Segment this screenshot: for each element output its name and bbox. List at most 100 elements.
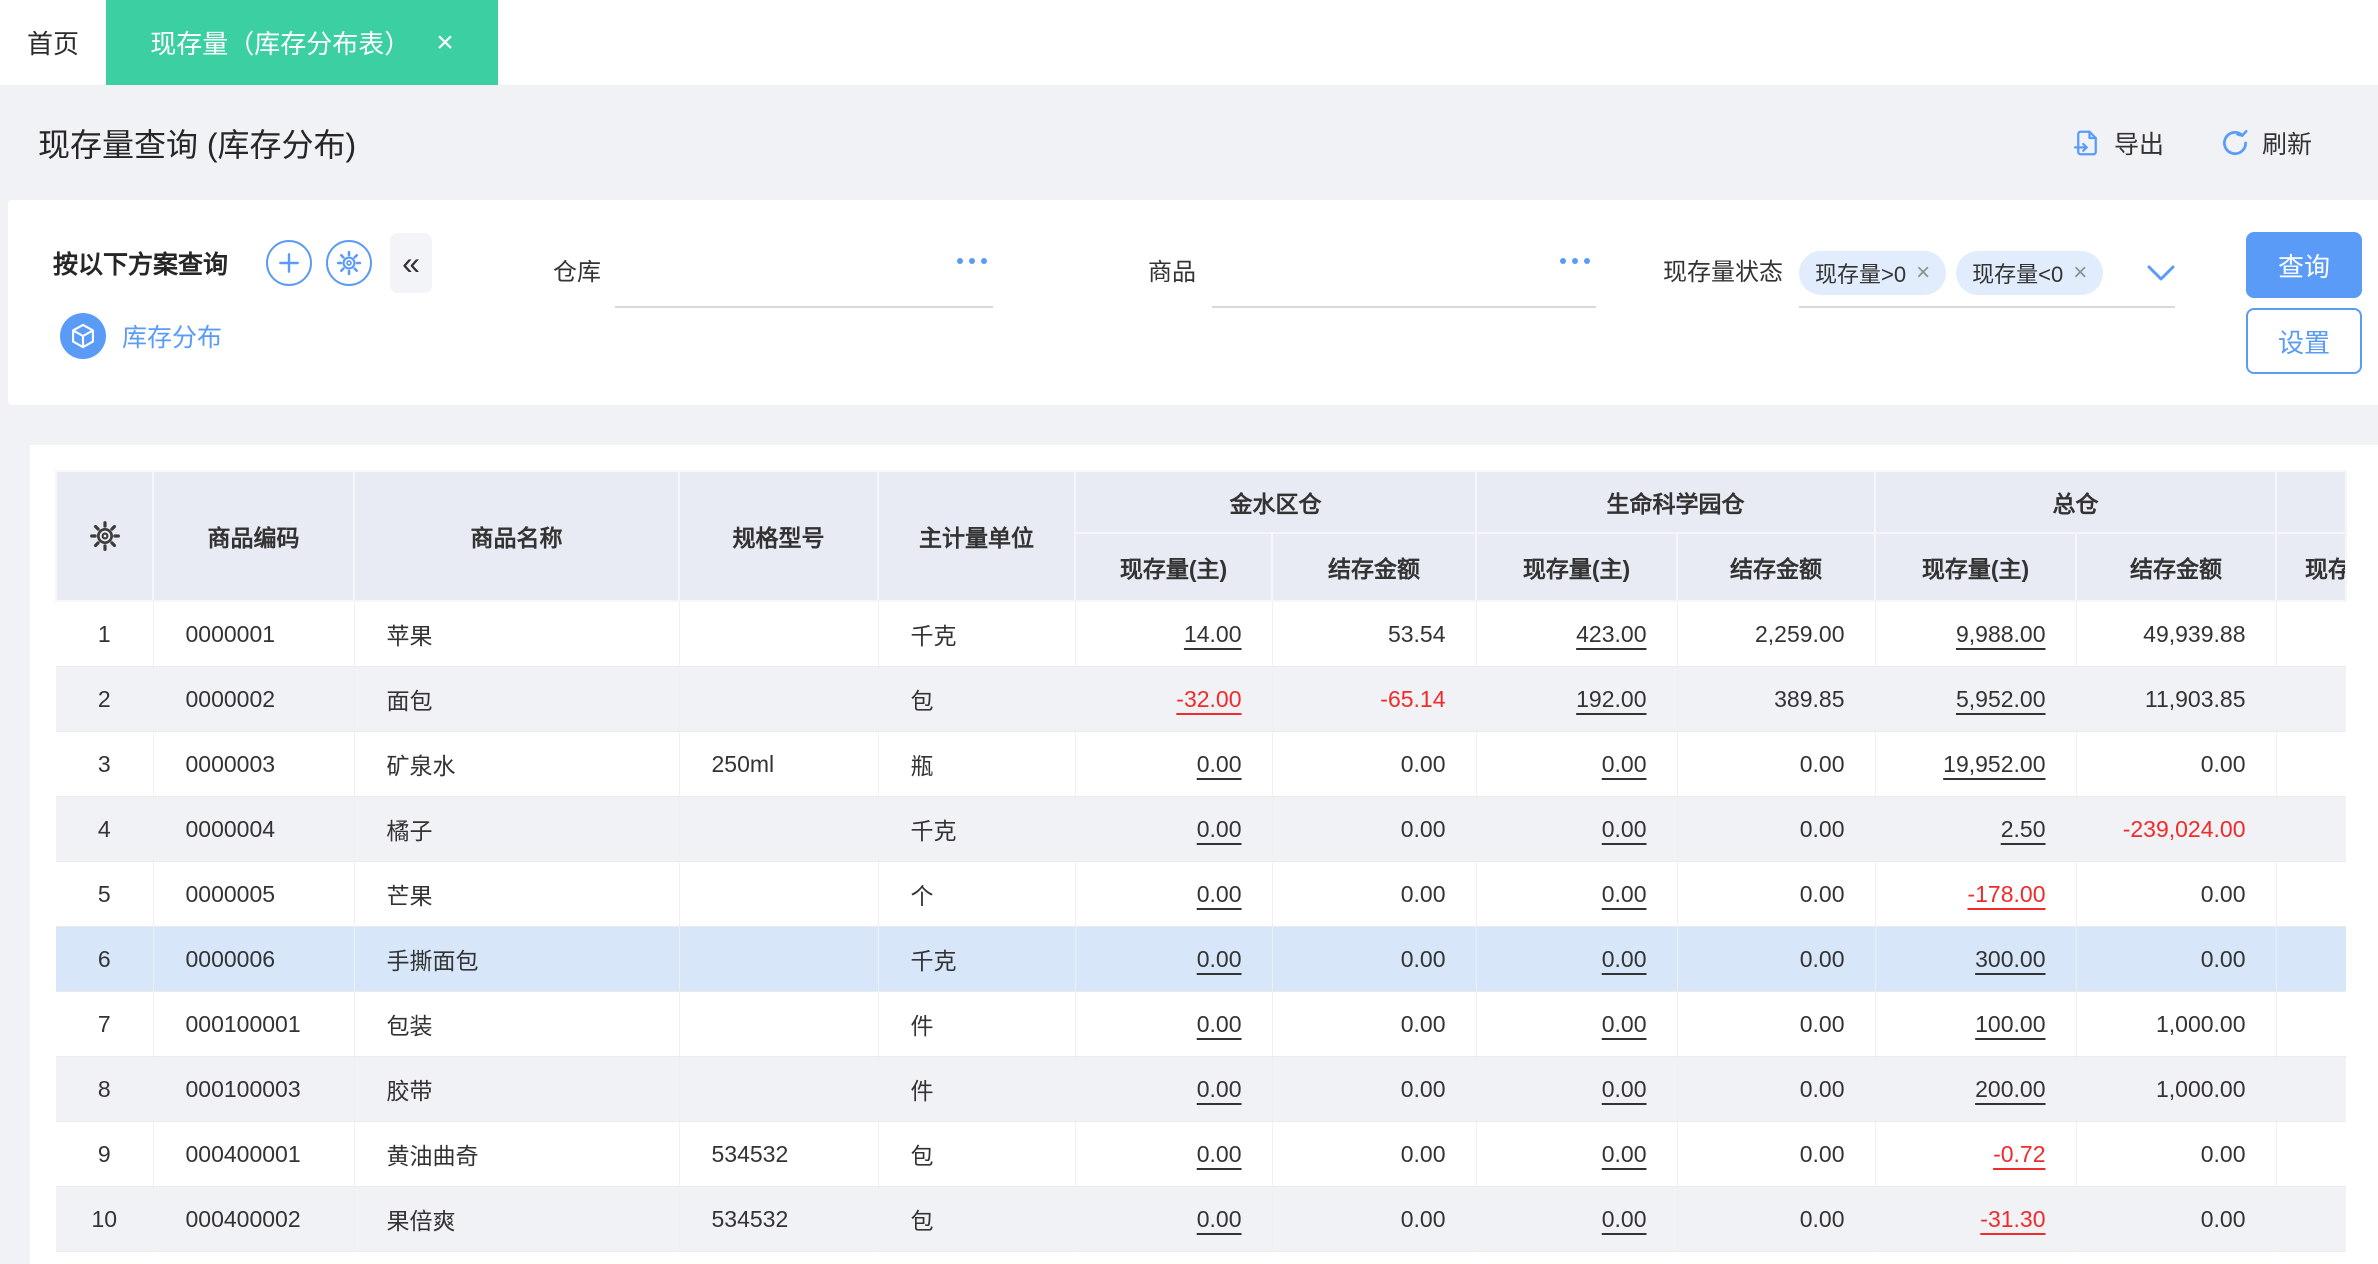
cell-qty-link[interactable]: 300.00 [1875,926,2077,992]
cell-spec [679,666,879,732]
plan-item-label: 库存分布 [122,324,223,352]
cell-amount: 1,000.00 [2076,1056,2277,1122]
cell-product-code: 0000001 [153,601,355,667]
table-row[interactable]: 5 0000005 芒果个 0.00 0.00 0.00 0.00 -178.00 0.00 [56,861,2346,927]
cell-amount: 0.00 [1272,1186,1477,1252]
cell-qty-link[interactable]: 200.00 [1875,1056,2077,1122]
cell-qty-link[interactable]: 19,952.00 [1875,731,2077,797]
chevron-down-icon[interactable] [2147,264,2175,282]
header-amount: 结存金额 [2075,532,2277,602]
cell-cut [2276,666,2346,732]
query-button[interactable]: 查询 [2246,232,2362,298]
close-icon[interactable]: × [436,27,454,58]
cell-product-code: 000400001 [153,1121,355,1187]
cell-qty-link[interactable]: 192.00 [1476,666,1678,732]
cell-qty-link[interactable]: -0.72 [1875,1121,2077,1187]
cell-qty-link[interactable]: 0.00 [1075,861,1273,927]
cell-product-name: 芒果 [354,861,680,927]
settings-button[interactable]: 设置 [2246,308,2362,374]
table-row[interactable]: 8 000100003 胶带件 0.00 0.00 0.00 0.00 200.00 1,000… [56,1056,2346,1122]
header-spec: 规格型号 [678,470,879,602]
header-qty: 现存量(主) [1475,532,1678,602]
cell-qty-link[interactable]: 5,952.00 [1875,666,2077,732]
row-index: 6 [56,926,154,992]
add-plan-button[interactable] [266,240,313,286]
cell-qty-link[interactable]: 0.00 [1075,1186,1273,1252]
warehouse-input[interactable] [615,240,993,308]
tab-active-inventory[interactable]: 现存量（库存分布表） × [106,0,498,85]
cell-cut [2276,861,2346,927]
table-row[interactable]: 3 0000003 矿泉水 250ml 瓶 0.00 0.00 0.00 0.00 19,952.… [56,731,2346,797]
stock-status-select[interactable]: 现存量>0 × 现存量<0 × [1799,240,2175,308]
cell-qty-link[interactable]: 0.00 [1075,1121,1273,1187]
table-row[interactable]: 1 0000001 苹果 千克 14.00 53.54 423.00 2,259.00 9,98… [56,601,2346,667]
tag-close-icon[interactable]: × [2073,259,2087,287]
row-index: 4 [56,796,154,862]
cell-amount: 0.00 [2076,926,2277,992]
table-row[interactable]: 4 0000004 橘子 千克 0.00 0.00 0.00 0.00 2.50 -239,024… [56,796,2346,862]
table-row[interactable]: 9 000400001 黄油曲奇 534532 包 0.00 0.00 0.00 0.00 -0.… [56,1121,2346,1187]
cell-qty-link[interactable]: 0.00 [1476,1056,1678,1122]
cell-qty-link[interactable]: 0.00 [1476,1121,1678,1187]
status-tag-positive[interactable]: 现存量>0 × [1799,251,1947,295]
cell-qty-link[interactable]: 9,988.00 [1875,601,2077,667]
cell-cut [2276,1186,2346,1252]
collapse-panel-button[interactable]: « [390,233,433,293]
cell-qty-link[interactable]: 2.50 [1875,796,2077,862]
cell-product-code: 0000003 [153,731,355,797]
cell-qty-link[interactable]: -31.30 [1875,1186,2077,1252]
cell-qty-link[interactable]: 0.00 [1476,926,1678,992]
cell-amount: 0.00 [2076,861,2277,927]
cell-product-code: 000400002 [153,1186,355,1252]
cell-cut [2276,731,2346,797]
cell-qty-link[interactable]: 0.00 [1476,1186,1678,1252]
table-row[interactable]: 7 000100001 包装件 0.00 0.00 0.00 0.00 100.00 1,000… [56,991,2346,1057]
export-button[interactable]: 导出 [2072,125,2164,161]
table-row[interactable]: 10 000400002 果倍爽 534532 包 0.00 0.00 0.00 0.00 -31… [56,1186,2346,1252]
cell-spec: 534532 [679,1186,879,1252]
product-input[interactable] [1212,240,1596,308]
cell-qty-link[interactable]: 0.00 [1075,991,1273,1057]
cell-product-name: 苹果 [354,601,680,667]
cell-spec [679,796,879,862]
cell-product-code: 000100001 [153,991,355,1057]
column-settings-button[interactable] [55,470,154,602]
cell-qty-link[interactable]: 0.00 [1476,861,1678,927]
cell-qty-link[interactable]: 0.00 [1075,926,1273,992]
cell-amount: 0.00 [1272,1056,1477,1122]
table-row[interactable]: 2 0000002 面包 包 -32.00 -65.14 192.00 389.85 5,952… [56,666,2346,732]
tab-home[interactable]: 首页 [0,0,106,85]
cell-qty-link[interactable]: 423.00 [1476,601,1678,667]
gear-icon [336,250,362,276]
cell-qty-link[interactable]: -32.00 [1075,666,1273,732]
status-tag-negative[interactable]: 现存量<0 × [1956,251,2104,295]
cell-qty-link[interactable]: 0.00 [1075,796,1273,862]
cell-amount: 0.00 [2076,1186,2277,1252]
cell-qty-link[interactable]: 0.00 [1075,1056,1273,1122]
more-dots-icon[interactable] [1560,258,1590,264]
table-row[interactable]: 6 0000006 手撕面包 千克 0.00 0.00 0.00 0.00 300.00 0.00 [56,926,2346,992]
cell-amount: 0.00 [1272,796,1477,862]
cell-cut [2276,926,2346,992]
cell-product-name: 胶带 [354,1056,680,1122]
refresh-button[interactable]: 刷新 [2220,125,2312,161]
cell-qty-link[interactable]: 0.00 [1476,731,1678,797]
more-dots-icon[interactable] [957,258,987,264]
tag-close-icon[interactable]: × [1916,259,1930,287]
header-group-main: 总仓 [1874,470,2277,534]
cell-amount: 0.00 [1677,796,1876,862]
cube-icon [60,313,106,359]
plan-settings-button[interactable] [326,240,373,286]
cell-amount: 0.00 [1272,1121,1477,1187]
cell-qty-link[interactable]: -178.00 [1875,861,2077,927]
cell-qty-link[interactable]: 100.00 [1875,991,2077,1057]
cell-qty-link[interactable]: 0.00 [1075,731,1273,797]
cell-spec: 534532 [679,1121,879,1187]
cell-qty-link[interactable]: 0.00 [1476,991,1678,1057]
cell-spec [679,926,879,992]
cell-qty-link[interactable]: 14.00 [1075,601,1273,667]
cell-product-name: 包装 [354,991,680,1057]
export-label: 导出 [2113,130,2164,159]
plan-item-inventory-distribution[interactable]: 库存分布 [60,313,222,359]
cell-qty-link[interactable]: 0.00 [1476,796,1678,862]
